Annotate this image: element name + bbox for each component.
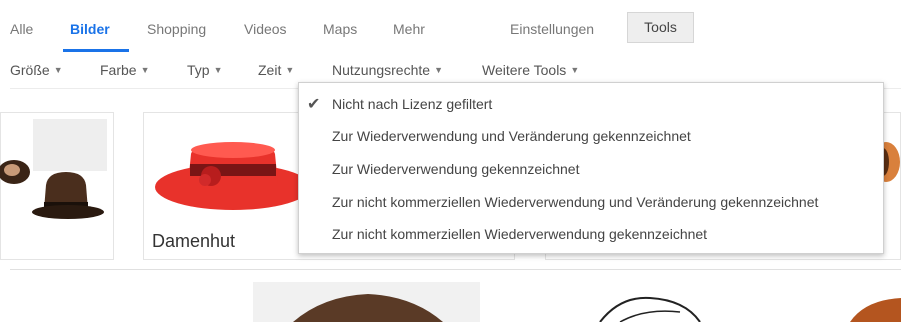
result-title: Damenhut (152, 231, 236, 251)
filter-size[interactable]: Größe ▼ (10, 62, 63, 78)
caret-down-icon: ▼ (213, 65, 223, 75)
filter-time-label: Zeit (258, 62, 282, 78)
filter-more-tools[interactable]: Weitere Tools ▼ (482, 62, 579, 78)
tab-all[interactable]: Alle (10, 21, 33, 37)
tab-more[interactable]: Mehr (393, 21, 425, 37)
usage-rights-option-reuse[interactable]: Zur Wiederverwendung gekennzeichnet (332, 161, 579, 177)
caret-down-icon: ▼ (434, 65, 443, 75)
tab-shopping[interactable]: Shopping (147, 21, 206, 37)
filter-type[interactable]: Typ ▼ (187, 62, 223, 78)
caret-down-icon: ▼ (285, 65, 295, 75)
outline-hat-image (599, 296, 701, 322)
filter-time[interactable]: Zeit ▼ (258, 62, 294, 78)
tab-images[interactable]: Bilder (70, 21, 110, 37)
caret-down-icon: ▼ (570, 65, 580, 75)
fedora-hat-image (253, 282, 480, 322)
filter-usage-rights-label: Nutzungsrechte (332, 62, 431, 78)
usage-rights-option-reuse-modify[interactable]: Zur Wiederverwendung und Veränderung gek… (332, 128, 691, 144)
filter-color[interactable]: Farbe ▼ (100, 62, 150, 78)
filter-usage-rights[interactable]: Nutzungsrechte ▼ (332, 62, 443, 78)
tab-videos[interactable]: Videos (244, 21, 287, 37)
usage-rights-menu: ✔ Nicht nach Lizenz gefiltert Zur Wieder… (298, 82, 884, 254)
usage-rights-option-not-filtered[interactable]: Nicht nach Lizenz gefiltert (332, 96, 492, 112)
tab-maps[interactable]: Maps (323, 21, 357, 37)
filter-more-tools-label: Weitere Tools (482, 62, 567, 78)
tools-button[interactable]: Tools (627, 12, 694, 43)
filter-type-label: Typ (187, 62, 210, 78)
results-row-divider (10, 269, 901, 270)
filter-color-label: Farbe (100, 62, 137, 78)
caret-down-icon: ▼ (53, 65, 63, 75)
usage-rights-option-noncommercial-reuse-modify[interactable]: Zur nicht kommerziellen Wiederverwendung… (332, 194, 818, 210)
search-tabs: Alle Bilder Shopping Videos Maps Mehr Ei… (0, 0, 901, 52)
caret-down-icon: ▼ (140, 65, 150, 75)
leather-hat-image (850, 298, 901, 322)
filter-size-label: Größe (10, 62, 50, 78)
checkmark-icon: ✔ (307, 96, 321, 113)
usage-rights-option-noncommercial-reuse[interactable]: Zur nicht kommerziellen Wiederverwendung… (332, 226, 707, 242)
settings-link[interactable]: Einstellungen (510, 21, 594, 37)
bowler-hat-image (0, 160, 104, 219)
